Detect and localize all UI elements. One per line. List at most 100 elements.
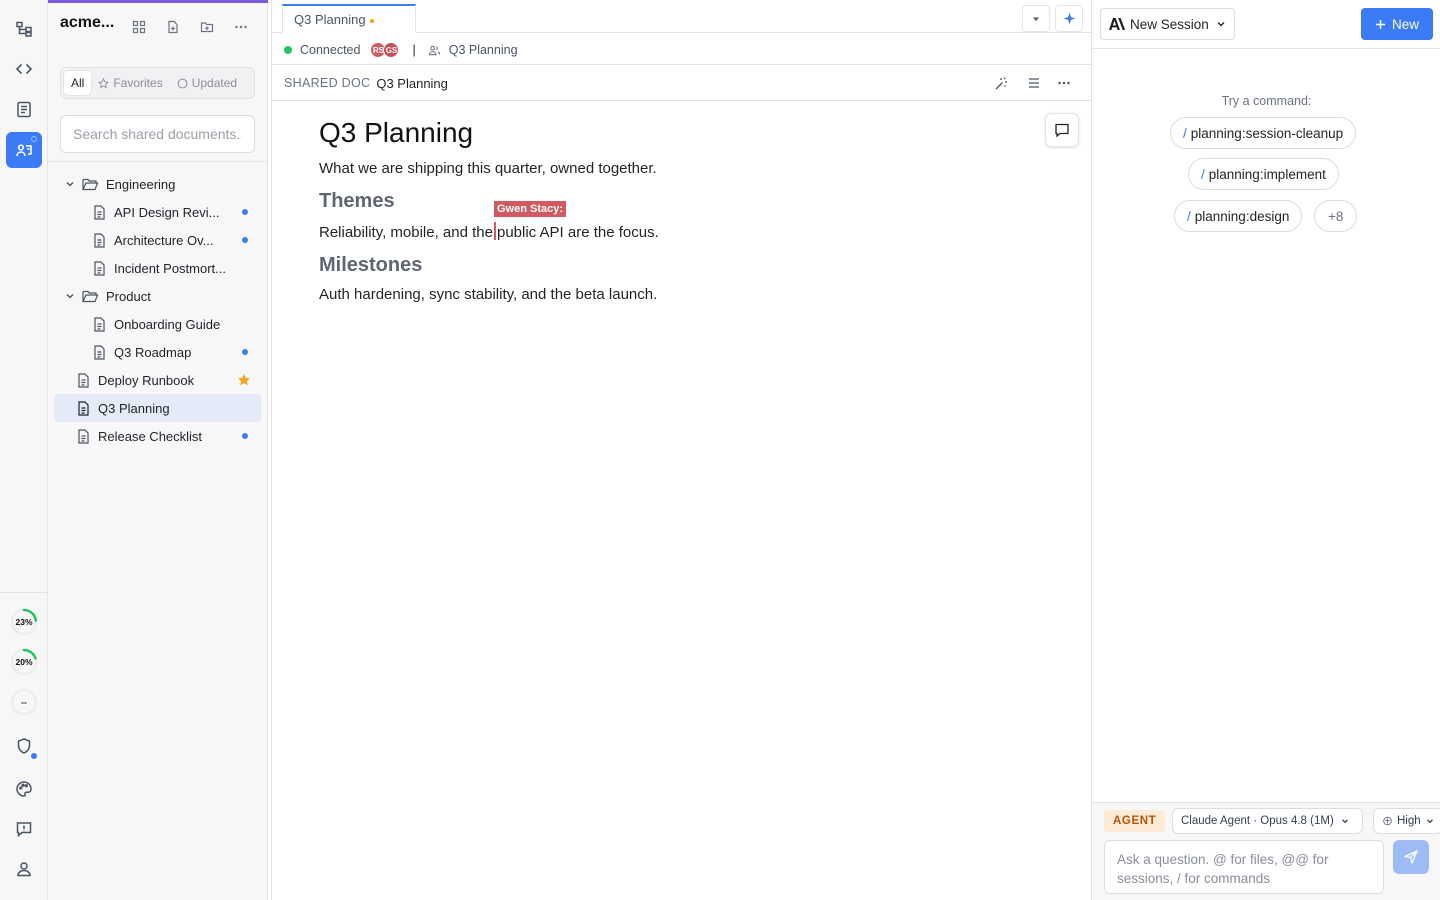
tree-label: Release Checklist	[98, 428, 203, 444]
feedback-icon[interactable]	[6, 811, 42, 847]
search-input[interactable]	[60, 115, 255, 153]
command-chip-session-cleanup[interactable]: / planning:session-cleanup	[1170, 117, 1357, 149]
ai-sparkle-button[interactable]	[1055, 5, 1083, 32]
filter-tabs: All Favorites Updated	[60, 67, 255, 99]
effort-selector[interactable]: High	[1373, 808, 1440, 834]
new-folder-icon[interactable]	[197, 17, 217, 37]
workspace-name[interactable]: acme...	[60, 14, 114, 32]
notification-dot	[31, 753, 37, 759]
more-icon[interactable]	[231, 17, 251, 37]
document-icon	[94, 344, 105, 360]
palette-icon[interactable]	[6, 771, 42, 807]
tree-label: API Design Revi...	[114, 204, 220, 220]
workspace-color-bar	[48, 0, 268, 3]
tree-doc-architecture[interactable]: Architecture Ov...	[54, 226, 261, 254]
plus-icon	[1375, 19, 1385, 29]
try-command-label: Try a command:	[1221, 94, 1312, 108]
shared-docs-icon[interactable]	[6, 132, 42, 168]
usage-gauge-label: 23%	[15, 617, 33, 627]
usage-gauge-1[interactable]: 23%	[8, 606, 40, 638]
remote-cursor: Gwen Stacy:	[493, 201, 567, 240]
active-tab-gap	[282, 32, 416, 33]
caret-down-icon	[1033, 17, 1039, 21]
usage-gauge-2[interactable]: 20%	[8, 646, 40, 678]
tree-doc-q3-planning[interactable]: Q3 Planning	[54, 394, 261, 422]
code-icon[interactable]	[6, 51, 42, 87]
tree-doc-api-design[interactable]: API Design Revi...	[54, 198, 261, 226]
activity-divider	[0, 592, 47, 593]
tree-doc-q3-roadmap[interactable]: Q3 Roadmap	[54, 338, 261, 366]
filter-updated[interactable]: Updated	[170, 71, 244, 95]
filter-updated-label: Updated	[191, 76, 238, 90]
tree-folder-engineering[interactable]: Engineering	[54, 170, 261, 198]
tree-doc-onboarding-guide[interactable]: Onboarding Guide	[54, 310, 261, 338]
tree-label: Q3 Roadmap	[114, 344, 192, 360]
session-selector[interactable]: New Session	[1100, 8, 1235, 40]
new-session-label: New	[1391, 16, 1419, 32]
new-file-icon[interactable]	[163, 17, 183, 37]
explorer-sidebar: acme... All Favorites Updated Engineerin…	[48, 0, 268, 900]
model-selector[interactable]: Claude Agent · Opus 4.8 (1M)	[1172, 808, 1363, 834]
clipboard-icon[interactable]	[6, 91, 42, 127]
doc-milestones-paragraph: Auth hardening, sync stability, and the …	[319, 286, 658, 303]
circle-outline-icon	[177, 78, 188, 88]
outline-list-icon[interactable]	[1024, 73, 1044, 93]
document-icon	[94, 204, 105, 220]
composer: AGENT Claude Agent · Opus 4.8 (1M) High	[1092, 803, 1440, 900]
hierarchy-icon[interactable]	[6, 11, 42, 47]
ai-assist-icon[interactable]	[990, 73, 1010, 93]
sparkle-icon	[1062, 12, 1076, 25]
usage-gauge-3[interactable]: --	[8, 686, 40, 718]
command-label: planning:implement	[1208, 166, 1326, 182]
editor-divider	[272, 100, 1091, 101]
comments-button[interactable]	[1045, 113, 1079, 147]
document-icon	[94, 260, 105, 276]
command-chip-implement[interactable]: / planning:implement	[1188, 158, 1339, 190]
tree-label: Deploy Runbook	[98, 372, 195, 388]
mode-badge[interactable]: AGENT	[1104, 810, 1166, 832]
tree-folder-product[interactable]: Product	[54, 282, 261, 310]
command-label: planning:design	[1194, 208, 1290, 224]
grid-view-icon[interactable]	[129, 17, 149, 37]
text-run: Reliability, mobile, and the	[319, 224, 493, 241]
doc-intro: What we are shipping this quarter, owned…	[319, 160, 657, 177]
tree-label: Q3 Planning	[98, 400, 170, 416]
doc-heading-themes: Themes	[319, 190, 395, 212]
prompt-input[interactable]	[1104, 840, 1384, 894]
tree-doc-incident-postmortem[interactable]: Incident Postmort...	[54, 254, 261, 282]
tab-q3-planning[interactable]: Q3 Planning	[282, 4, 416, 33]
filter-all[interactable]: All	[64, 71, 92, 95]
explorer-divider	[48, 161, 268, 162]
tab-list-dropdown[interactable]	[1022, 5, 1050, 32]
more-commands-chip[interactable]: +8	[1314, 200, 1358, 232]
doc-title: Q3 Planning	[319, 117, 474, 148]
connection-status: Connected	[300, 43, 361, 57]
doc-themes-paragraph: Reliability, mobile, and the Gwen Stacy: p…	[319, 201, 1019, 243]
modified-dot	[369, 18, 374, 23]
favorite-star-icon[interactable]	[237, 373, 251, 387]
send-button[interactable]	[1393, 840, 1429, 874]
connection-dot	[284, 46, 292, 54]
remote-cursor-caret	[493, 222, 496, 240]
collaborator-avatars: RS GS	[370, 42, 400, 58]
shield-icon[interactable]	[6, 728, 42, 764]
command-chip-design[interactable]: / planning:design	[1174, 200, 1303, 232]
people-icon	[428, 45, 440, 55]
tree-doc-deploy-runbook[interactable]: Deploy Runbook	[54, 366, 261, 394]
filter-all-label: All	[71, 76, 85, 90]
document-content[interactable]: Q3 Planning What we are shipping this qu…	[319, 115, 1019, 305]
user-icon[interactable]	[6, 851, 42, 887]
slash-glyph: /	[1201, 166, 1205, 182]
doc-header-title: Q3 Planning	[376, 75, 448, 91]
doc-heading-milestones: Milestones	[319, 254, 423, 276]
document-icon	[94, 232, 105, 248]
doc-more-icon[interactable]	[1054, 73, 1074, 93]
filter-favorites[interactable]: Favorites	[91, 71, 169, 95]
new-session-button[interactable]: New	[1361, 8, 1433, 40]
anthropic-logo-icon	[1109, 18, 1126, 30]
model-label: Claude Agent · Opus 4.8 (1M)	[1181, 815, 1334, 827]
star-outline-icon	[98, 77, 110, 88]
tree-doc-release-checklist[interactable]: Release Checklist	[54, 422, 261, 450]
avatar[interactable]: GS	[383, 42, 400, 58]
tree-label: Product	[106, 288, 151, 304]
